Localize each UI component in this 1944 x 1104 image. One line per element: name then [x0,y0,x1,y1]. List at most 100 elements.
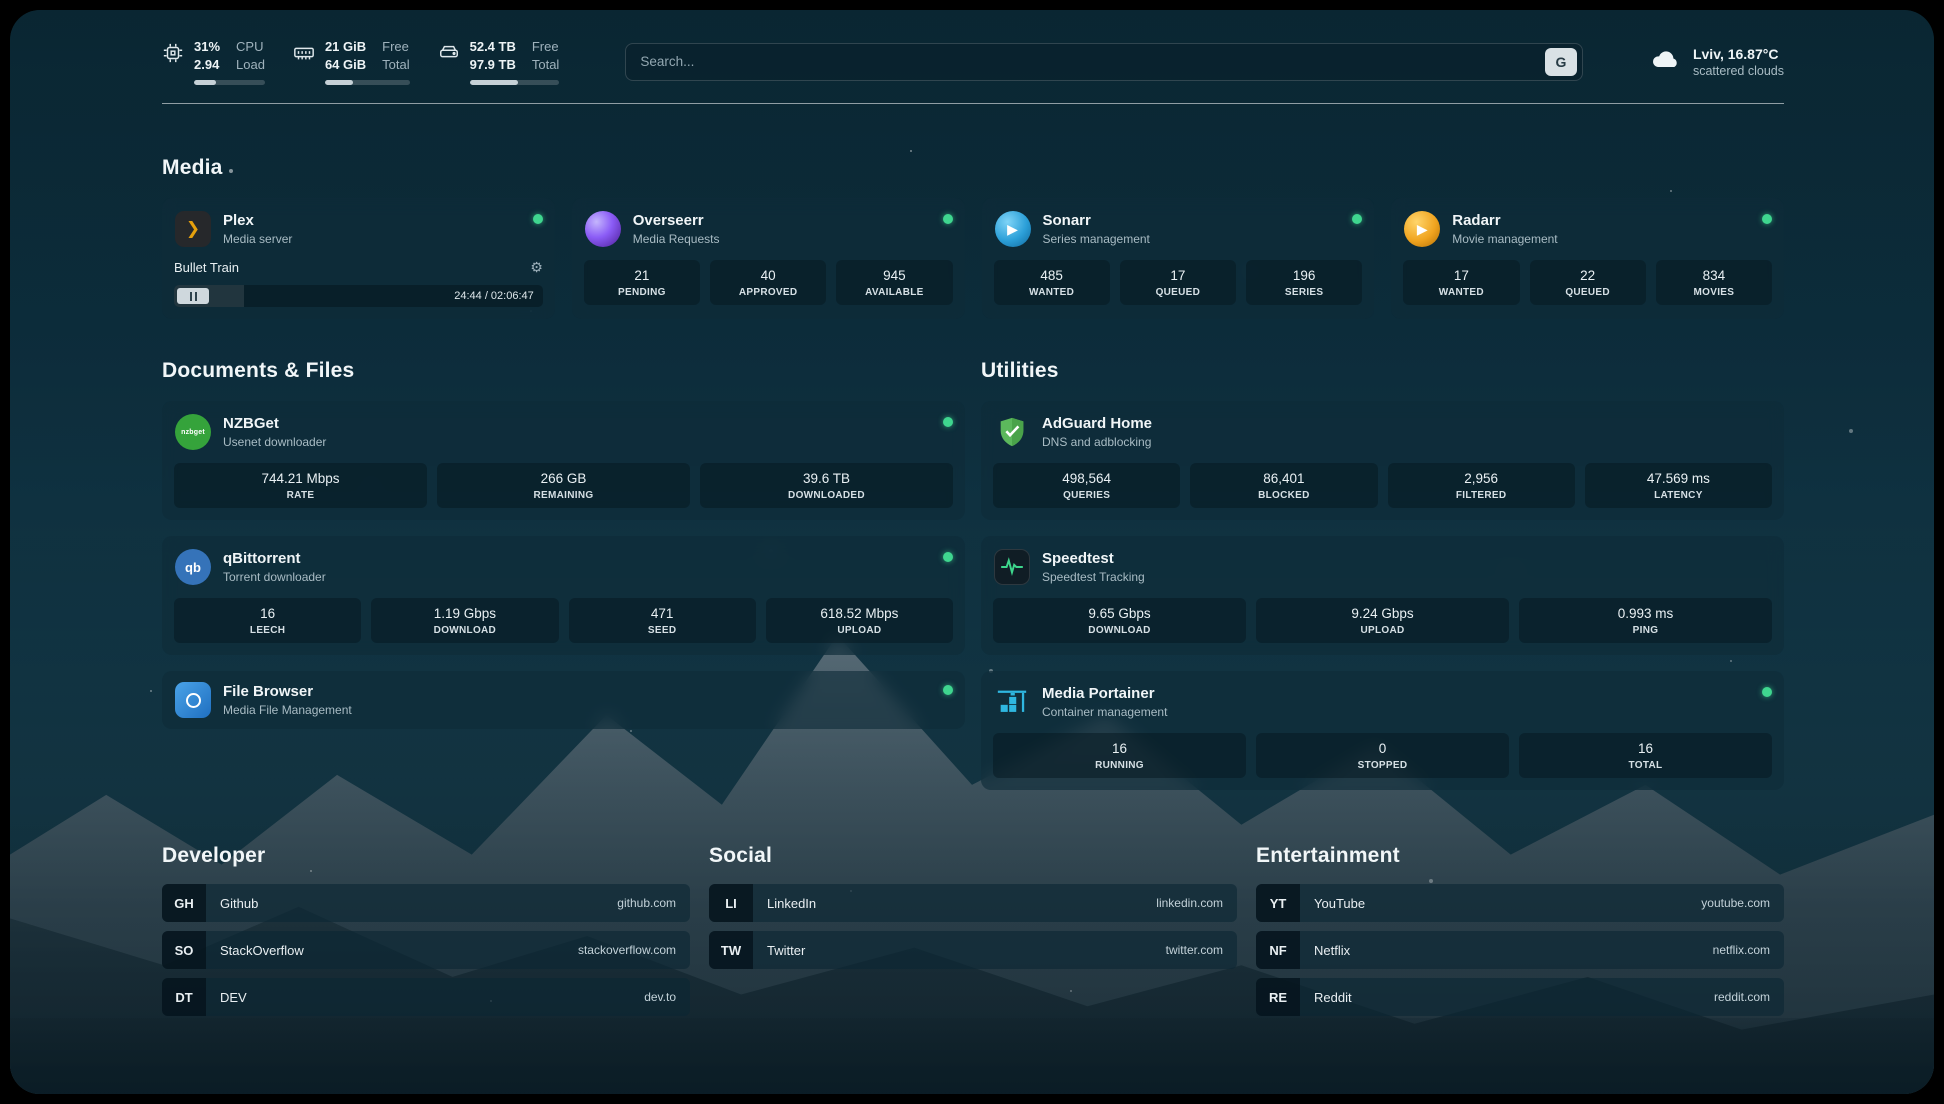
service-name: AdGuard Home [1042,415,1152,433]
speedtest-card[interactable]: Speedtest Speedtest Tracking 9.65 GbpsDO… [981,536,1784,655]
adguard-icon [993,413,1031,451]
bookmark-abbr: SO [162,931,206,969]
portainer-card[interactable]: Media Portainer Container management 16R… [981,671,1784,790]
bookmark-abbr: GH [162,884,206,922]
stat-wanted: 17WANTED [1403,260,1519,305]
bookmark-dev[interactable]: DT DEV dev.to [162,978,690,1016]
service-name: Speedtest [1042,550,1145,568]
status-dot [1762,214,1772,224]
memory-widget: 21 GiB 64 GiB Free Total [293,38,410,85]
service-name: Overseerr [633,212,720,230]
section-title-documents: Documents & Files [162,359,965,383]
adguard-card[interactable]: AdGuard Home DNS and adblocking 498,564Q… [981,401,1784,520]
bookmark-reddit[interactable]: RE Reddit reddit.com [1256,978,1784,1016]
service-name: Radarr [1452,212,1557,230]
developer-column: Developer GH Github github.com SO StackO… [162,844,690,1025]
stat-upload: 618.52 MbpsUPLOAD [766,598,953,643]
section-title-social: Social [709,844,1237,868]
service-name: Sonarr [1043,212,1150,230]
bookmark-abbr: YT [1256,884,1300,922]
service-description: Torrent downloader [223,570,326,584]
nzbget-card[interactable]: nzbget NZBGet Usenet downloader 744.21 M… [162,401,965,520]
pause-button[interactable] [177,288,209,304]
stat-movies: 834MOVIES [1656,260,1772,305]
disk-free-value: 52.4 TB [470,38,516,56]
service-name: Media Portainer [1042,685,1167,703]
cpu-usage-value: 31% [194,38,220,56]
bookmark-abbr: RE [1256,978,1300,1016]
filebrowser-card[interactable]: File Browser Media File Management [162,671,965,729]
status-dot [943,417,953,427]
stat-approved: 40APPROVED [710,260,826,305]
radarr-card[interactable]: ▶ Radarr Movie management 17WANTED 22QUE… [1391,198,1784,319]
bookmark-url: dev.to [644,990,676,1004]
bookmark-stackoverflow[interactable]: SO StackOverflow stackoverflow.com [162,931,690,969]
cpu-label-top: CPU [236,38,265,56]
stat-queued: 17QUEUED [1120,260,1236,305]
search-bar: G [625,43,1583,81]
service-description: Container management [1042,705,1167,719]
pause-icon [190,292,197,301]
service-name: qBittorrent [223,550,326,568]
stat-ping: 0.993 msPING [1519,598,1772,643]
bookmark-abbr: TW [709,931,753,969]
memory-total-value: 64 GiB [325,56,366,74]
radarr-icon: ▶ [1403,210,1441,248]
weather-condition: scattered clouds [1693,64,1784,78]
stat-seed: 471SEED [569,598,756,643]
bookmark-youtube[interactable]: YT YouTube youtube.com [1256,884,1784,922]
utilities-column: Utilities AdGuard Home DNS and adblockin… [981,359,1784,790]
overseerr-icon [584,210,622,248]
stat-total: 16TOTAL [1519,733,1772,778]
sonarr-card[interactable]: ▶ Sonarr Series management 485WANTED 17Q… [982,198,1375,319]
bookmark-github[interactable]: GH Github github.com [162,884,690,922]
search-input[interactable] [640,54,1545,69]
service-name: NZBGet [223,415,326,433]
stat-queries: 498,564QUERIES [993,463,1180,508]
cpu-load-value: 2.94 [194,56,220,74]
disk-progress-bar [470,80,560,85]
plex-player-bar[interactable]: 24:44 / 02:06:47 [174,285,543,307]
header-divider [162,103,1784,104]
bookmark-twitter[interactable]: TW Twitter twitter.com [709,931,1237,969]
cpu-widget: 31% 2.94 CPU Load [162,38,265,85]
plex-card[interactable]: ❯ Plex Media server Bullet Train ⚙ [162,198,555,319]
memory-icon [293,42,315,69]
entertainment-column: Entertainment YT YouTube youtube.com NF … [1256,844,1784,1025]
section-title-utilities: Utilities [981,359,1784,383]
qbittorrent-icon: qb [174,548,212,586]
memory-label-top: Free [382,38,409,56]
media-grid: ❯ Plex Media server Bullet Train ⚙ [162,198,1784,319]
documents-column: Documents & Files nzbget NZBGet Usenet d… [162,359,965,790]
service-description: Speedtest Tracking [1042,570,1145,584]
service-description: Media server [223,232,292,246]
stat-upload: 9.24 GbpsUPLOAD [1256,598,1509,643]
stat-pending: 21PENDING [584,260,700,305]
bookmark-name: Twitter [767,943,805,958]
stat-blocked: 86,401BLOCKED [1190,463,1377,508]
bookmark-url: stackoverflow.com [578,943,676,957]
qbittorrent-card[interactable]: qb qBittorrent Torrent downloader 16LEEC… [162,536,965,655]
service-name: File Browser [223,683,352,701]
bookmark-url: youtube.com [1701,896,1770,910]
bookmark-url: linkedin.com [1156,896,1223,910]
gear-icon[interactable]: ⚙ [530,259,543,276]
stat-queued: 22QUEUED [1530,260,1646,305]
memory-free-value: 21 GiB [325,38,366,56]
bookmark-name: Reddit [1314,990,1352,1005]
bookmark-name: Github [220,896,258,911]
disk-label-bottom: Total [532,56,559,74]
overseerr-card[interactable]: Overseerr Media Requests 21PENDING 40APP… [572,198,965,319]
search-engine-button[interactable]: G [1545,48,1577,76]
bookmark-linkedin[interactable]: LI LinkedIn linkedin.com [709,884,1237,922]
now-playing-title: Bullet Train [174,260,239,275]
memory-label-bottom: Total [382,56,409,74]
bookmark-netflix[interactable]: NF Netflix netflix.com [1256,931,1784,969]
stat-stopped: 0STOPPED [1256,733,1509,778]
disk-label-top: Free [532,38,559,56]
status-dot [1352,214,1362,224]
stat-available: 945AVAILABLE [836,260,952,305]
bookmark-name: StackOverflow [220,943,304,958]
social-column: Social LI LinkedIn linkedin.com TW Twitt… [709,844,1237,1025]
stat-series: 196SERIES [1246,260,1362,305]
